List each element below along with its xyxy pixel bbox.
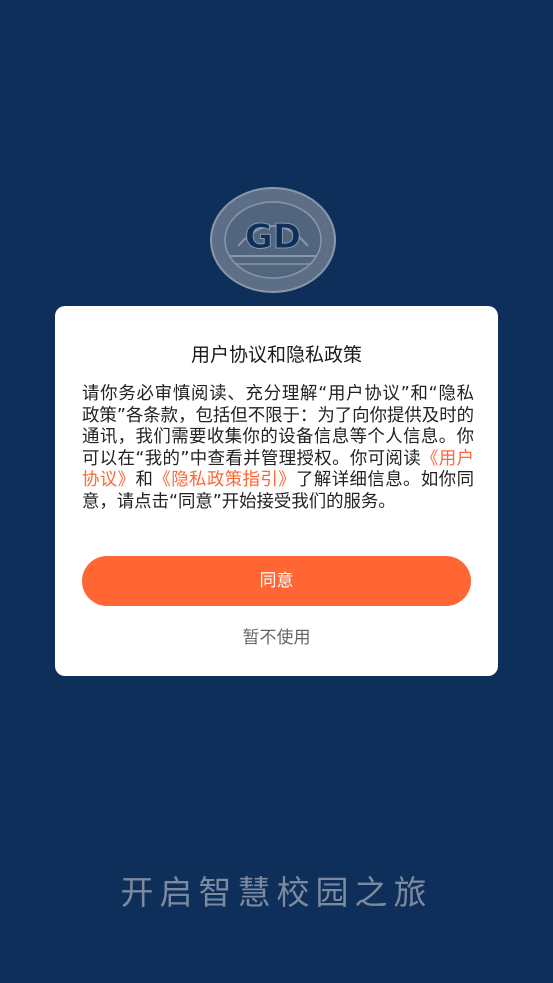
privacy-policy-link[interactable]: 《隐私政策指引》 xyxy=(153,470,296,490)
privacy-dialog: 用户协议和隐私政策 请你务必审慎阅读、充分理解“用户协议”和“隐私政策”各条款，… xyxy=(55,306,498,676)
decline-button[interactable]: 暂不使用 xyxy=(55,622,498,654)
dialog-body-and: 和 xyxy=(135,470,154,490)
agree-button[interactable]: 同意 xyxy=(82,556,471,606)
dialog-body: 请你务必审慎阅读、充分理解“用户协议”和“隐私政策”各条款，包括但不限于：为了向… xyxy=(82,384,474,513)
dialog-body-text: 请你务必审慎阅读、充分理解“用户协议”和“隐私政策”各条款，包括但不限于：为了向… xyxy=(82,384,474,469)
dialog-title: 用户协议和隐私政策 xyxy=(190,344,362,366)
